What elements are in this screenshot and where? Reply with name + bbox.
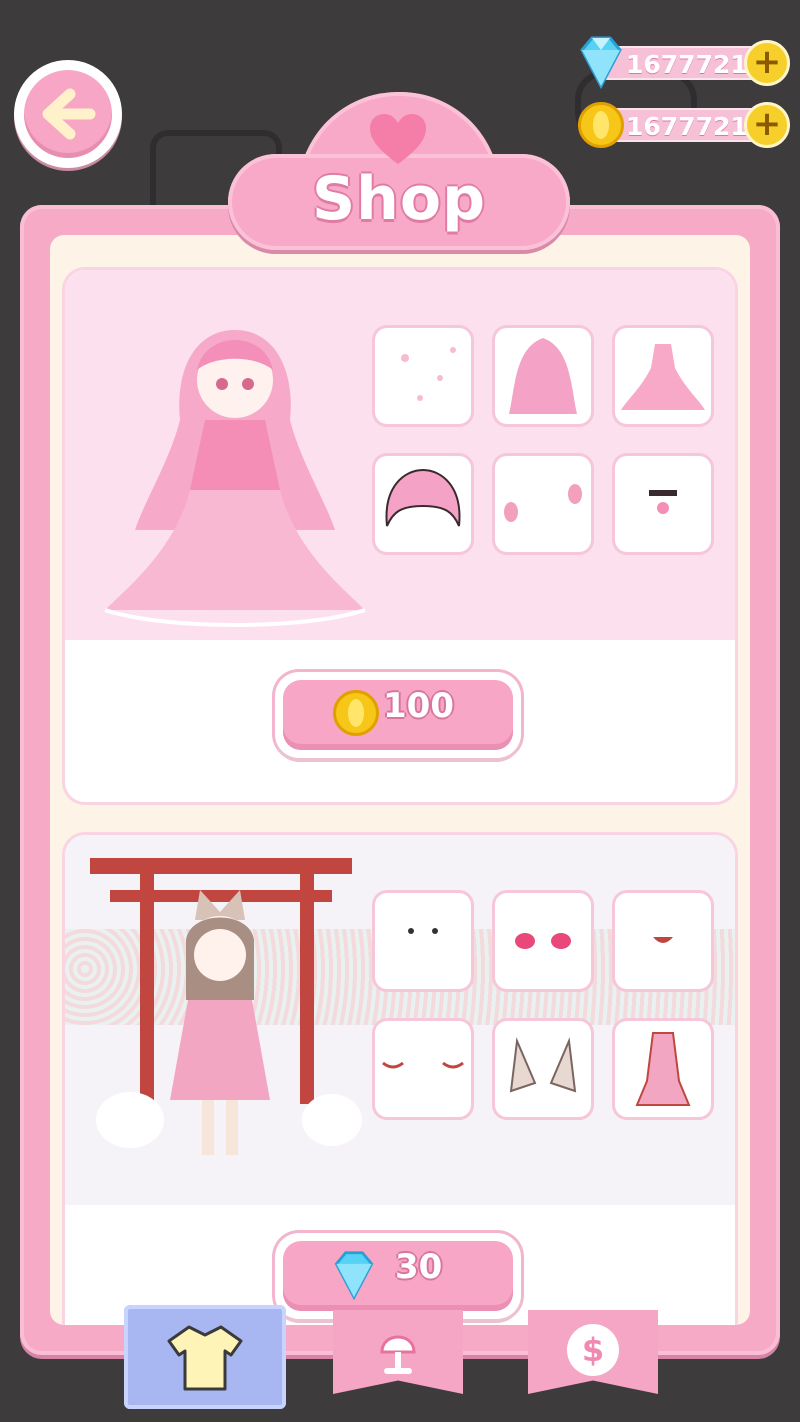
item-piece-thumb[interactable] <box>615 328 711 424</box>
item-piece-thumb[interactable] <box>375 893 471 989</box>
blossom-clips-icon <box>504 484 582 522</box>
character-preview <box>104 330 366 627</box>
item-piece-thumb[interactable] <box>615 456 711 552</box>
lamp-icon <box>380 1335 416 1374</box>
diamond-icon <box>580 36 622 90</box>
back-button[interactable] <box>14 60 122 168</box>
item-piece-thumb[interactable] <box>375 328 471 424</box>
character-preview <box>90 858 362 1155</box>
tab-clothes[interactable] <box>124 1305 286 1409</box>
bangs-icon <box>385 468 461 527</box>
shirt-icon <box>167 1325 243 1391</box>
mouth-icon <box>653 937 673 943</box>
shop-list[interactable]: 100 30 <box>50 235 750 1325</box>
item-piece-thumb[interactable] <box>495 1021 591 1117</box>
dot-eyes-icon <box>408 928 438 934</box>
item-piece-thumb[interactable] <box>495 328 591 424</box>
shop-item-card: 100 <box>65 270 735 802</box>
gown-icon <box>621 344 705 410</box>
shop-panel: 100 30 <box>20 205 780 1355</box>
tab-premium[interactable]: $ <box>528 1310 658 1394</box>
diamond-counter: 16777215 + <box>576 36 790 90</box>
long-hair-icon <box>509 338 577 414</box>
coin-icon <box>333 690 379 736</box>
buy-button[interactable]: 30 <box>275 1233 521 1319</box>
coin-counter: 16777215 + <box>576 102 790 148</box>
add-coins-button[interactable]: + <box>744 102 790 148</box>
blush-marks-icon <box>382 1061 464 1069</box>
svg-text:$: $ <box>582 1331 604 1369</box>
add-diamonds-button[interactable]: + <box>744 40 790 86</box>
item-piece-thumb[interactable] <box>375 456 471 552</box>
item-piece-thumb[interactable] <box>375 1021 471 1117</box>
plus-icon: + <box>752 104 782 144</box>
heart-icon <box>370 114 426 164</box>
arrow-left-icon <box>42 88 96 140</box>
coin-icon <box>578 102 624 148</box>
price-amount: 30 <box>395 1247 443 1287</box>
shop-item-card: 30 <box>65 835 735 1325</box>
fox-ears-icon <box>509 1037 577 1093</box>
dollar-icon: $ <box>567 1324 619 1376</box>
price-amount: 100 <box>383 686 454 726</box>
buy-button[interactable]: 100 <box>275 672 521 758</box>
item-piece-thumb[interactable] <box>495 456 591 552</box>
item-piece-thumb[interactable] <box>615 1021 711 1117</box>
plus-icon: + <box>752 42 782 82</box>
diamond-icon <box>334 1251 374 1301</box>
red-eyes-icon <box>515 933 571 949</box>
item-piece-thumb[interactable] <box>615 893 711 989</box>
kimono-icon <box>635 1032 691 1106</box>
tab-furniture[interactable] <box>333 1310 463 1394</box>
choker-icon <box>649 490 677 514</box>
page-title: Shop <box>311 164 487 234</box>
item-piece-thumb[interactable] <box>495 893 591 989</box>
shop-title-banner: Shop <box>228 92 570 252</box>
petals-icon <box>401 347 456 401</box>
